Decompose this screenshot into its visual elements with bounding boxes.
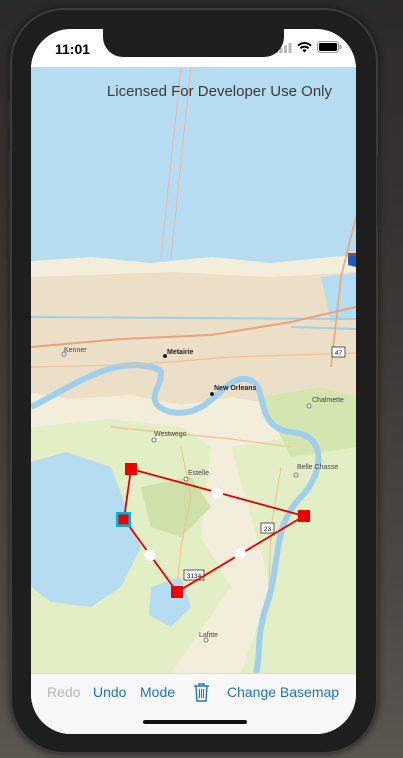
place-label-estelle: Estelle xyxy=(188,470,209,477)
interstate-shield xyxy=(348,253,356,267)
volume-down-button xyxy=(6,208,10,258)
mode-button[interactable]: Mode xyxy=(140,684,175,700)
midpoint-handle[interactable] xyxy=(233,547,247,561)
place-label-new-orleans: New Orleans xyxy=(214,385,257,392)
highway-shield-47: 47 xyxy=(331,346,346,358)
delete-button[interactable] xyxy=(193,682,210,707)
volume-up-button xyxy=(6,150,10,200)
svg-text:47: 47 xyxy=(335,350,343,357)
vertex-handle[interactable] xyxy=(125,463,137,475)
battery-icon xyxy=(317,41,342,53)
svg-text:23: 23 xyxy=(264,526,272,533)
place-label-metairie: Metairie xyxy=(167,349,194,356)
power-button xyxy=(377,155,381,227)
notch xyxy=(103,29,284,57)
vertex-handle[interactable] xyxy=(171,586,183,598)
map-view[interactable]: Kenner Metairie New Orleans Chalmette We… xyxy=(31,67,356,673)
place-label-westwego: Westwego xyxy=(154,431,187,438)
license-watermark: Licensed For Developer Use Only xyxy=(106,83,332,100)
screen: 11:01 Kenner Metairie New Orleans Chalme… xyxy=(31,29,356,734)
highway-shield-23: 23 xyxy=(260,522,275,534)
status-bar: 11:01 xyxy=(31,29,356,67)
status-time: 11:01 xyxy=(55,41,91,57)
home-indicator xyxy=(143,720,247,724)
bottom-toolbar: Redo Undo Mode Change Basemap xyxy=(31,673,356,734)
place-label-kenner: Kenner xyxy=(64,347,87,354)
undo-button[interactable]: Undo xyxy=(93,684,126,700)
status-icons xyxy=(275,41,342,53)
trash-icon xyxy=(194,683,209,702)
change-basemap-button[interactable]: Change Basemap xyxy=(227,684,339,700)
midpoint-handle[interactable] xyxy=(210,486,224,500)
mute-switch xyxy=(6,100,10,128)
place-label-chalmette: Chalmette xyxy=(312,397,344,404)
wifi-icon xyxy=(297,41,312,52)
place-label-lafitte: Lafitte xyxy=(199,632,218,639)
place-label-belle-chasse: Belle Chasse xyxy=(297,464,338,471)
vertex-handle[interactable] xyxy=(298,510,310,522)
midpoint-handle[interactable] xyxy=(143,548,157,562)
redo-button[interactable]: Redo xyxy=(47,684,80,700)
selected-vertex-fill xyxy=(118,514,129,525)
